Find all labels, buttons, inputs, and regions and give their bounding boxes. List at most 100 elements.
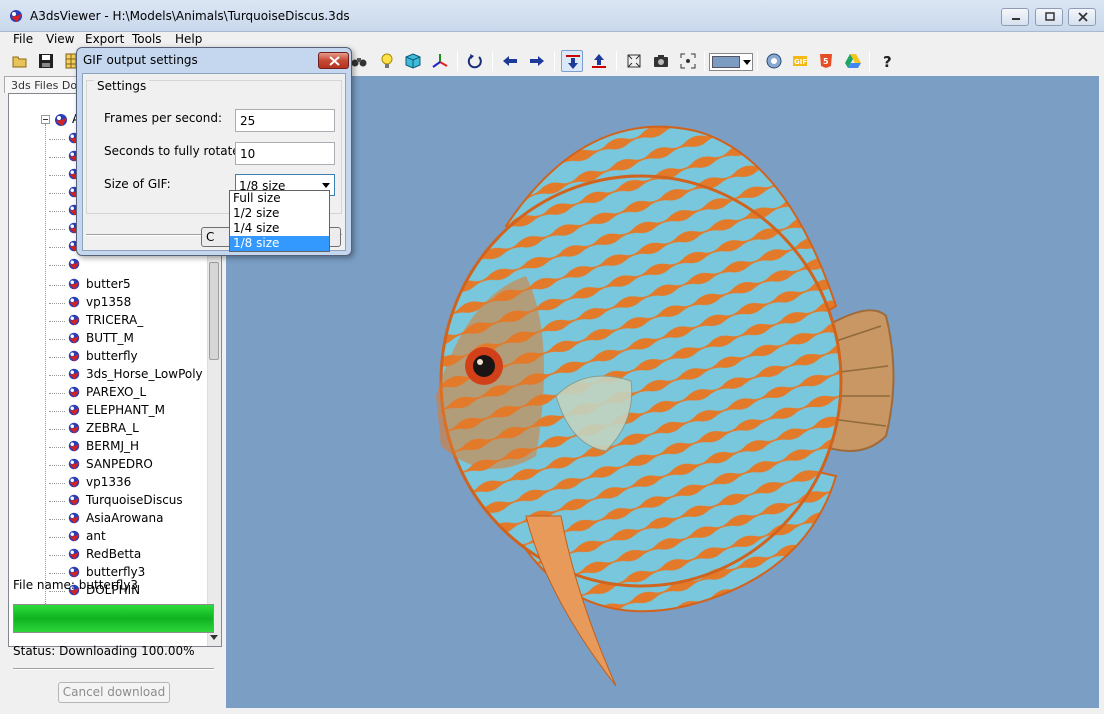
tree-item[interactable]: BUTT_M (49, 330, 207, 348)
3d-viewport[interactable] (226, 76, 1099, 708)
tree-collapse-toggle[interactable] (41, 115, 50, 124)
tree-item-hidden[interactable] (49, 256, 207, 274)
menu-tools[interactable]: Tools (132, 32, 162, 46)
progress-fill (14, 605, 213, 632)
cube-button[interactable] (402, 50, 424, 72)
help-button[interactable]: ? (877, 50, 899, 72)
toolbar-separator (757, 51, 758, 71)
svg-text:GIF: GIF (794, 58, 807, 66)
tree-item[interactable]: BERMJ_H (49, 438, 207, 456)
tree-item[interactable]: ant (49, 528, 207, 546)
model-icon (68, 566, 80, 578)
fit-button[interactable] (623, 50, 645, 72)
tree-item-label: ZEBRA_L (86, 421, 139, 435)
size-option-half[interactable]: 1/2 size (230, 206, 329, 221)
tree-item-label: 3ds_Horse_LowPoly (86, 367, 203, 381)
tree-item[interactable]: ZEBRA_L (49, 420, 207, 438)
tree-item[interactable]: SANPEDRO (49, 456, 207, 474)
scroll-down-icon[interactable] (210, 635, 218, 640)
tree-guide-line (49, 265, 65, 266)
tree-guide-line (49, 519, 65, 520)
tree-item[interactable]: ELEPHANT_M (49, 402, 207, 420)
menu-view[interactable]: View (46, 32, 74, 46)
tree-guide-line (49, 285, 65, 286)
light-bulb-icon (381, 53, 393, 68)
binoculars-icon (351, 58, 367, 67)
tree-guide-line (49, 303, 65, 304)
model-icon (68, 258, 80, 270)
size-option-quarter[interactable]: 1/4 size (230, 221, 329, 236)
toolbar-separator (554, 51, 555, 71)
tree-guide-line (49, 247, 65, 248)
panel-tab[interactable]: 3ds Files Dow (4, 76, 78, 93)
close-icon (1078, 12, 1088, 22)
tree-guide-line (49, 573, 65, 574)
gif-size-label: Size of GIF: (104, 177, 171, 191)
rotate-seconds-input[interactable]: 10 (235, 142, 335, 165)
dialog-close-button[interactable] (318, 52, 349, 69)
fps-input[interactable]: 25 (235, 109, 335, 132)
tree-item-label: butter5 (86, 277, 131, 291)
tree-item[interactable]: PAREXO_L (49, 384, 207, 402)
tree-guide-line (49, 175, 65, 176)
maximize-button[interactable] (1035, 8, 1063, 26)
move-up-button[interactable] (588, 50, 610, 72)
toolbar-separator (704, 51, 705, 71)
minimize-button[interactable] (1001, 8, 1029, 26)
tree-item[interactable]: vp1336 (49, 474, 207, 492)
background-color-dropdown[interactable] (709, 53, 753, 71)
size-option-eighth[interactable]: 1/8 size (230, 236, 329, 251)
info-button[interactable] (763, 50, 785, 72)
model-icon (68, 512, 80, 524)
scrollbar-thumb[interactable] (209, 262, 219, 360)
open-button[interactable] (9, 50, 31, 72)
chevron-down-icon (322, 183, 330, 188)
tree-item[interactable]: TurquoiseDiscus (49, 492, 207, 510)
tree-item[interactable]: vp1358 (49, 294, 207, 312)
save-button[interactable] (35, 50, 57, 72)
arrow-right-button[interactable] (526, 50, 548, 72)
axes-button[interactable] (429, 50, 451, 72)
file-name-label: File name: butterfly3 (13, 578, 139, 592)
model-icon (68, 458, 80, 470)
tree-item[interactable]: TRICERA_ (49, 312, 207, 330)
size-option-full[interactable]: Full size (230, 191, 329, 206)
background-color-swatch (712, 56, 740, 68)
gif-button[interactable]: GIF (789, 50, 811, 72)
gif-size-options: Full size 1/2 size 1/4 size 1/8 size (229, 190, 330, 252)
tree-item-label: vp1358 (86, 295, 132, 309)
menu-help[interactable]: Help (175, 32, 202, 46)
tree-item-label: RedBetta (86, 547, 142, 561)
tree-item-label: butterfly (86, 349, 138, 363)
camera-button[interactable] (650, 50, 672, 72)
menu-export[interactable]: Export (85, 32, 124, 46)
menu-file[interactable]: File (13, 32, 33, 46)
model-icon (68, 296, 80, 308)
tree-item[interactable]: 3ds_Horse_LowPoly (49, 366, 207, 384)
toolbar-separator (457, 51, 458, 71)
tree-item[interactable]: AsiaArowana (49, 510, 207, 528)
move-down-button[interactable] (561, 50, 583, 72)
app-icon (10, 10, 22, 22)
arrow-left-button[interactable] (499, 50, 521, 72)
zoom-fit-button[interactable] (677, 50, 699, 72)
close-button[interactable] (1068, 8, 1096, 26)
html5-button[interactable]: 5 (815, 50, 837, 72)
tree-item[interactable]: RedBetta (49, 546, 207, 564)
rotate-seconds-label: Seconds to fully rotate: (104, 144, 244, 158)
model-icon (68, 422, 80, 434)
model-icon (68, 332, 80, 344)
rotate-button[interactable] (464, 50, 486, 72)
tree-item[interactable]: butterfly (49, 348, 207, 366)
tree-item-label: TRICERA_ (86, 313, 144, 327)
menu-bar: File View Export Tools Help (0, 32, 1104, 46)
cancel-download-button[interactable]: Cancel download (58, 682, 170, 703)
save-icon (39, 54, 53, 68)
tree-guide-line (49, 157, 65, 158)
light-button[interactable] (376, 50, 398, 72)
window-title: A3dsViewer - H:\Models\Animals\Turquoise… (30, 9, 350, 23)
tree-guide-line (49, 321, 65, 322)
tree-item[interactable]: butter5 (49, 276, 207, 294)
drive-button[interactable] (842, 50, 864, 72)
cube-icon (405, 53, 421, 69)
